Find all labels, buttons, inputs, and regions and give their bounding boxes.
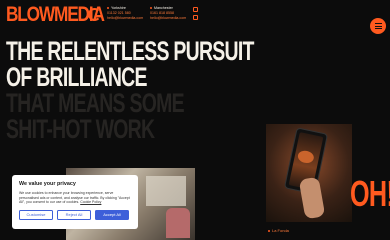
- oh-graphic: OH!: [350, 173, 390, 214]
- case-study-image[interactable]: [266, 124, 352, 222]
- hamburger-icon: [374, 23, 382, 24]
- contact-email[interactable]: hello@blowmedia.com: [107, 16, 143, 21]
- hero-line-3: THAT MEANS SOME: [6, 88, 185, 118]
- contact-email[interactable]: hello@blowmedia.com: [150, 16, 186, 21]
- accept-all-button[interactable]: Accept All: [95, 209, 129, 220]
- cookie-body: We use cookies to enhance your browsing …: [19, 191, 131, 205]
- cookie-policy-link[interactable]: Cookie Policy: [80, 200, 101, 204]
- instagram-icon[interactable]: [193, 7, 198, 12]
- hand-image: [298, 176, 326, 220]
- cookie-title: We value your privacy: [19, 181, 76, 187]
- contact-yorkshire: Yorkshire 01132 021 580 hello@blowmedia.…: [107, 6, 143, 21]
- contact-manchester: Manchester 0161 818 8558 hello@blowmedia…: [150, 6, 186, 21]
- hero-line-2: OF BRILLIANCE: [6, 62, 147, 92]
- customise-button[interactable]: Customise: [19, 209, 53, 220]
- hero-line-4: SHIT-HOT WORK: [6, 114, 155, 144]
- hero-line-1: THE RELENTLESS PURSUIT: [6, 36, 254, 66]
- linkedin-icon[interactable]: [193, 15, 198, 20]
- case-study-label[interactable]: La Fonda: [268, 228, 289, 233]
- menu-button[interactable]: [370, 18, 386, 34]
- cookie-banner: We value your privacy We use cookies to …: [12, 175, 138, 229]
- brand-mark-icon: [88, 8, 101, 21]
- chair-shape: [166, 208, 190, 238]
- hero-headline: THE RELENTLESS PURSUIT OF BRILLIANCE THA…: [6, 36, 254, 144]
- cookie-text: We use cookies to enhance your browsing …: [19, 191, 130, 205]
- window-shape: [146, 176, 186, 206]
- reject-all-button[interactable]: Reject All: [57, 209, 91, 220]
